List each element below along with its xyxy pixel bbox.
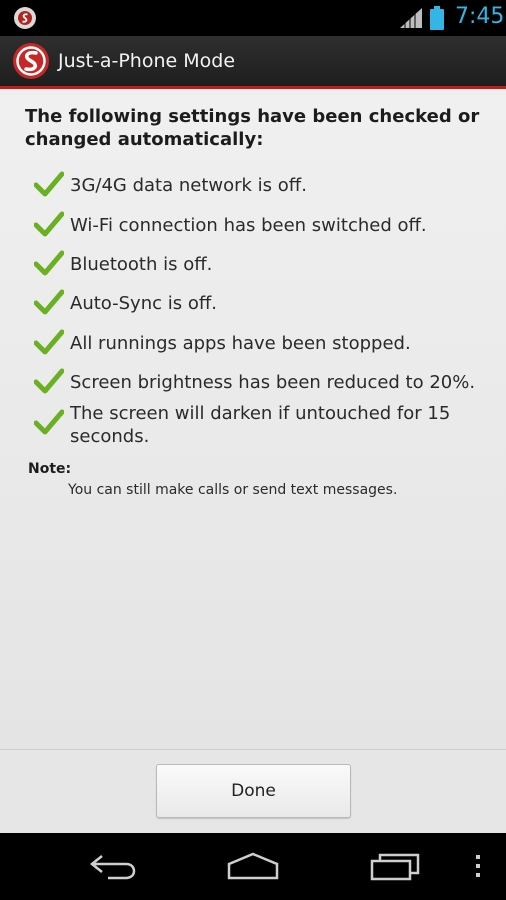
list-item-label: Wi-Fi connection has been switched off. bbox=[70, 215, 427, 236]
list-item-label: All runnings apps have been stopped. bbox=[70, 333, 411, 354]
overflow-menu-icon[interactable] bbox=[474, 855, 482, 879]
app-notification-icon bbox=[14, 7, 36, 29]
list-item-label: Screen brightness has been reduced to 20… bbox=[70, 372, 476, 393]
action-bar: Just-a-Phone Mode bbox=[0, 36, 506, 89]
list-item-label: The screen will darken if untouched for … bbox=[70, 403, 451, 447]
button-bar: Done bbox=[0, 749, 506, 834]
status-bar: 7:45 bbox=[0, 0, 506, 36]
done-button[interactable]: Done bbox=[156, 764, 351, 818]
note-label: Note: bbox=[28, 461, 72, 477]
recent-apps-icon[interactable] bbox=[370, 851, 422, 881]
settings-heading: The following settings have been checked… bbox=[25, 106, 480, 150]
checkmark-icon bbox=[34, 211, 64, 237]
battery-icon bbox=[430, 6, 444, 30]
checkmark-icon bbox=[34, 289, 64, 315]
main-content: The following settings have been checked… bbox=[0, 89, 506, 749]
checkmark-icon bbox=[34, 329, 64, 355]
checkmark-icon bbox=[34, 171, 64, 197]
checkmark-icon bbox=[34, 250, 64, 276]
signal-icon bbox=[400, 8, 422, 28]
clock: 7:45 bbox=[455, 4, 505, 29]
list-item-label: Auto-Sync is off. bbox=[70, 293, 217, 314]
back-icon[interactable] bbox=[88, 851, 136, 881]
navigation-bar bbox=[0, 833, 506, 900]
checkmark-icon bbox=[34, 368, 64, 394]
note-text: You can still make calls or send text me… bbox=[68, 482, 398, 498]
checkmark-icon bbox=[34, 409, 64, 435]
list-item-label: Bluetooth is off. bbox=[70, 254, 213, 275]
page-title: Just-a-Phone Mode bbox=[58, 50, 236, 72]
home-icon[interactable] bbox=[226, 851, 280, 881]
app-logo-icon bbox=[13, 43, 49, 79]
list-item-label: 3G/4G data network is off. bbox=[70, 175, 307, 196]
